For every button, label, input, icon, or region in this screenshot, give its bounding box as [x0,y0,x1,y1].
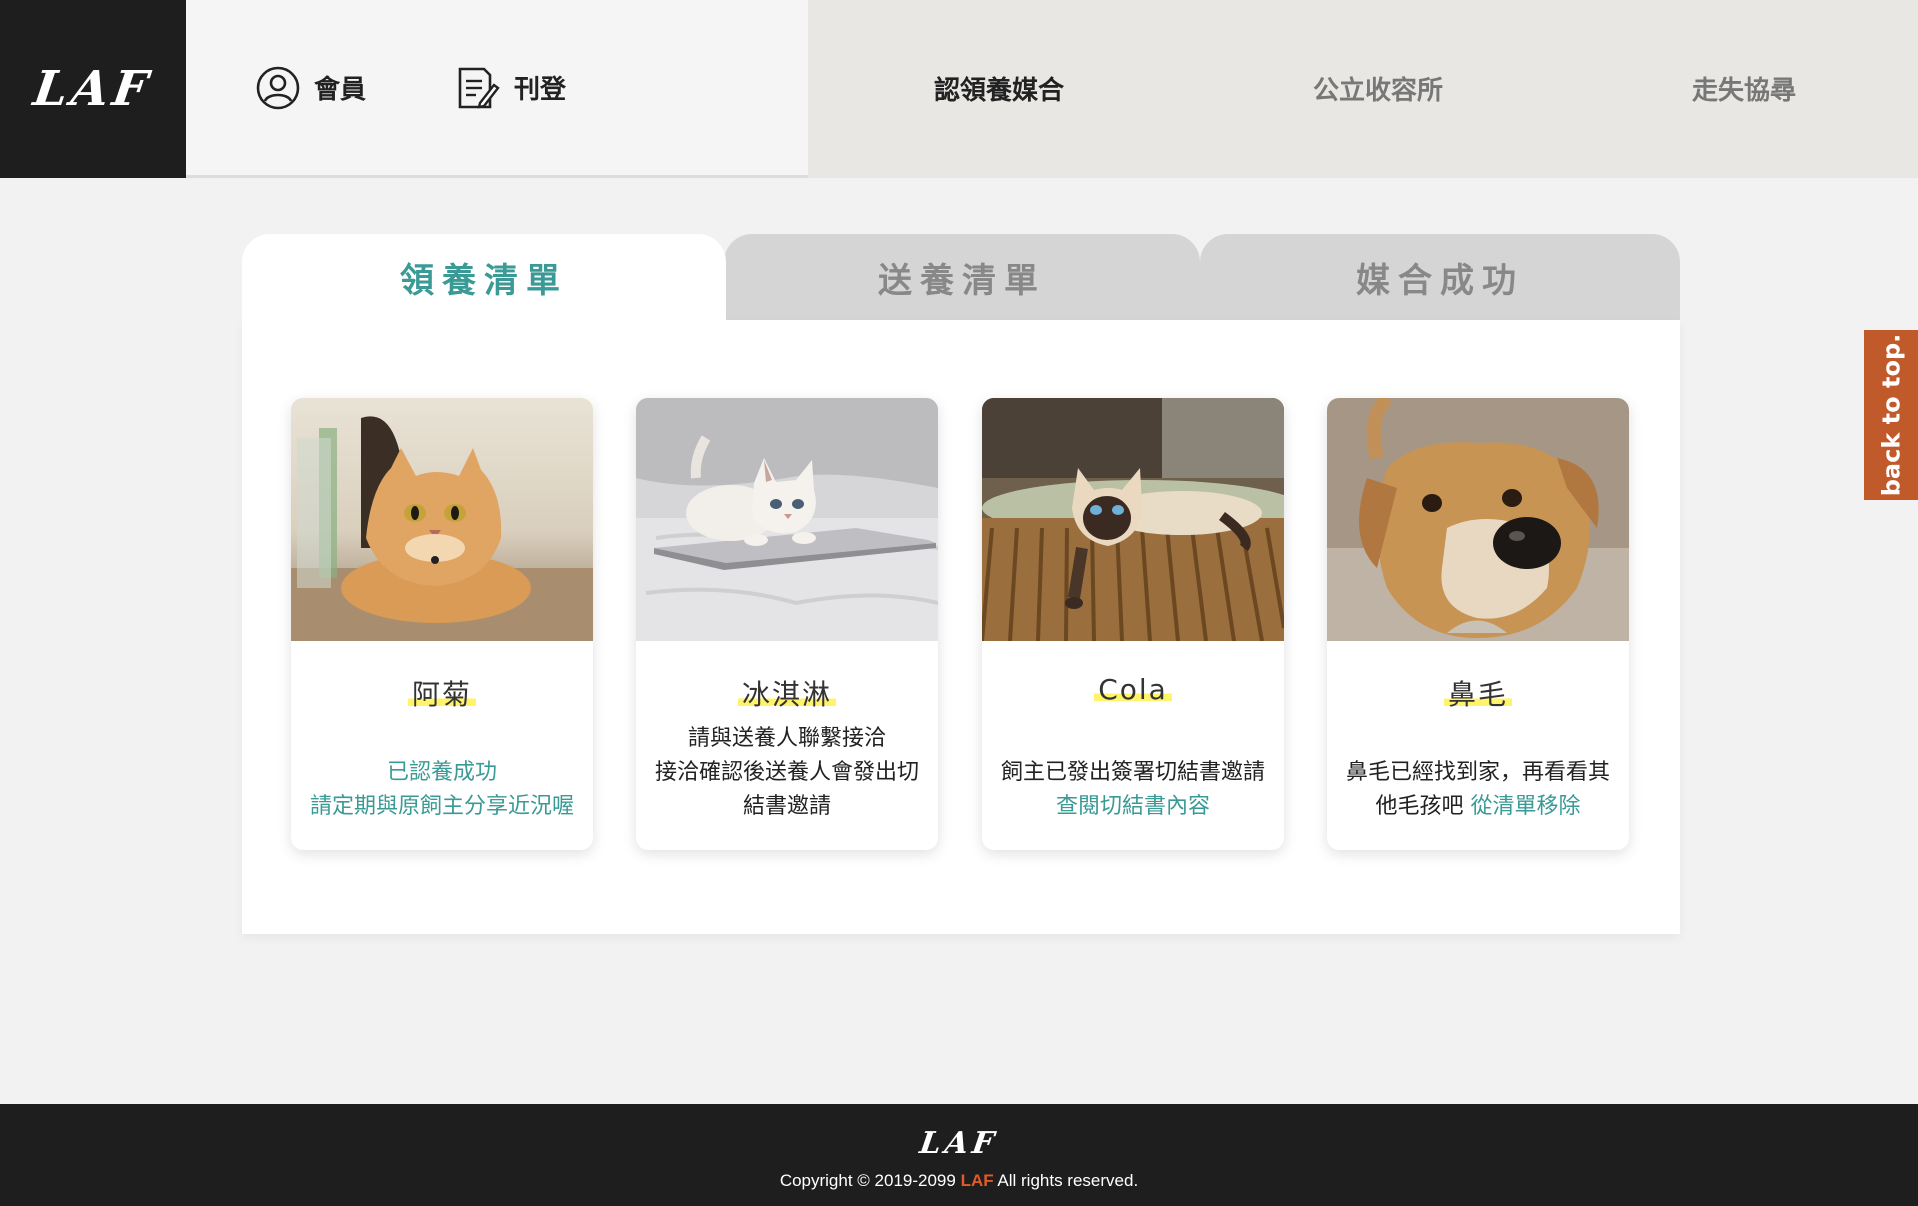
nav-adoption-matching[interactable]: 認領養媒合 [934,70,1064,107]
pet-card[interactable]: 阿菊 已認養成功 請定期與原飼主分享近況喔 [291,398,593,850]
copyright-prefix: Copyright © 2019-2099 [779,1171,961,1190]
status-line: 請定期與原飼主分享近況喔 [309,794,574,819]
tab-bar: 領養清單 送養清單 媒合成功 [242,234,1680,320]
pet-photo[interactable] [291,398,593,641]
tab-adopt-list[interactable]: 領養清單 [242,234,726,320]
card-grid: 阿菊 已認養成功 請定期與原飼主分享近況喔 冰淇淋 請與送養人聯繫接洽 接洽確認… [242,320,1680,934]
status-line: 他毛孩吧 從清單移除 [1337,790,1619,824]
status-line: 請與送養人聯繫接洽 [687,726,886,751]
pet-status: 飼主已發出簽署切結書邀請 查閱切結書內容 [992,756,1274,824]
pet-name: 冰淇淋 [636,673,938,713]
list-panel: 領養清單 送養清單 媒合成功 阿菊 已認養成功 請定期與原飼主分享近況喔 冰淇淋… [242,234,1680,934]
pet-photo[interactable] [1327,398,1629,641]
copyright-suffix: All rights reserved. [993,1171,1139,1190]
pet-photo[interactable] [636,398,938,641]
logo[interactable]: LAF [0,0,186,178]
nav-public-shelter[interactable]: 公立收容所 [1313,70,1443,107]
view-agreement-link[interactable]: 查閱切結書內容 [992,790,1274,824]
status-line: 飼主已發出簽署切結書邀請 [1000,760,1265,785]
pet-card[interactable]: 冰淇淋 請與送養人聯繫接洽 接洽確認後送養人會發出切 結書邀請 [636,398,938,850]
pet-name: 鼻毛 [1327,673,1629,713]
status-line: 已認養成功 [386,760,497,785]
top-header: LAF 會員 刊登 認領養媒合 公立收容所 走失協尋 [0,0,1918,178]
status-line: 鼻毛已經找到家，再看看其 [1345,760,1610,785]
remove-from-list-link[interactable]: 從清單移除 [1471,794,1581,819]
pet-name: 阿菊 [291,673,593,713]
tab-rehome-list[interactable]: 送養清單 [724,234,1200,320]
tab-match-success[interactable]: 媒合成功 [1200,234,1680,320]
status-text: 他毛孩吧 [1375,794,1464,819]
footer-logo: LAF [917,1126,1001,1161]
user-icon [256,66,300,109]
pet-name: Cola [982,673,1284,706]
pet-photo[interactable] [982,398,1284,641]
member-link[interactable]: 會員 [256,66,366,110]
copyright-brand: LAF [960,1171,994,1190]
nav-lost-found[interactable]: 走失協尋 [1692,70,1796,107]
member-label: 會員 [314,75,367,105]
pet-card[interactable]: Cola 飼主已發出簽署切結書邀請 查閱切結書內容 [982,398,1284,850]
user-toolbar: 會員 刊登 [186,0,808,178]
status-line: 結書邀請 [742,794,831,819]
main-nav: 認領養媒合 公立收容所 走失協尋 [808,0,1918,178]
logo-text: LAF [30,61,156,117]
post-label: 刊登 [514,75,567,105]
status-line: 接洽確認後送養人會發出切 [654,760,919,785]
back-to-top-label: back to top. [1877,333,1905,497]
back-to-top-button[interactable]: back to top. [1864,330,1918,500]
pet-status: 已認養成功 請定期與原飼主分享近況喔 [301,756,583,824]
pet-status: 鼻毛已經找到家，再看看其 他毛孩吧 從清單移除 [1337,756,1619,824]
pet-card[interactable]: 鼻毛 鼻毛已經找到家，再看看其 他毛孩吧 從清單移除 [1327,398,1629,850]
copyright: Copyright © 2019-2099 LAF All rights res… [780,1171,1138,1191]
footer: LAF Copyright © 2019-2099 LAF All rights… [0,1104,1918,1206]
document-edit-icon [458,67,500,109]
post-link[interactable]: 刊登 [456,65,566,111]
pet-status: 請與送養人聯繫接洽 接洽確認後送養人會發出切 結書邀請 [646,722,928,824]
